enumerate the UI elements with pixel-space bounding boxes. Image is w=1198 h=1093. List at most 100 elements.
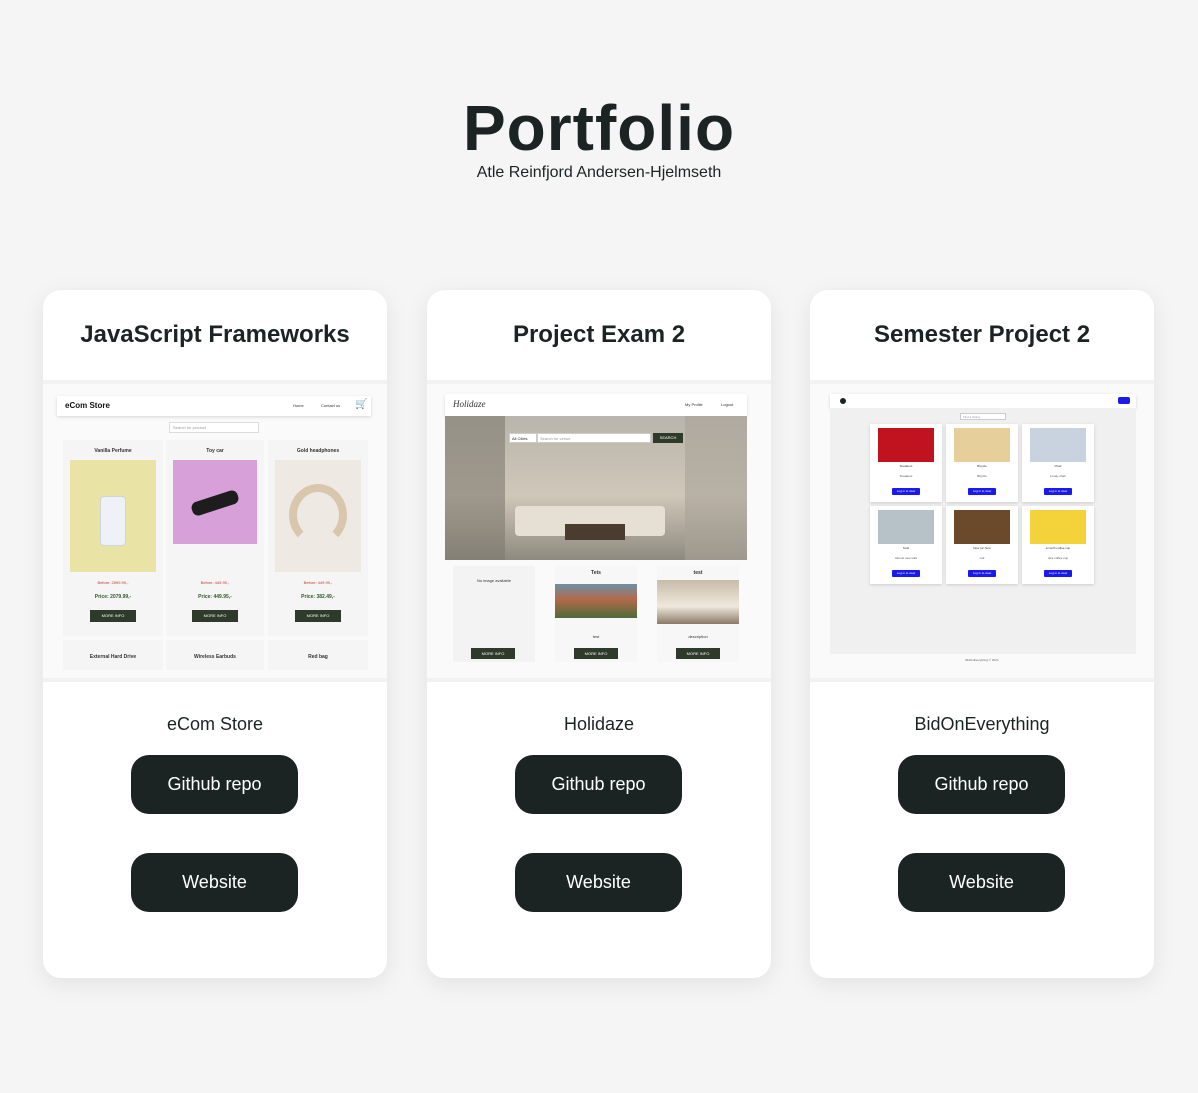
card-heading: JavaScript Frameworks (80, 321, 350, 348)
login-button (1118, 397, 1130, 404)
project-screenshot: Holidaze My Profile Logout All Cities Se… (427, 380, 771, 682)
mini-listing-card: New pic here null Log in to view (946, 506, 1018, 584)
mini-product-name: Vanilla Perfume (94, 448, 132, 454)
mini-listing-desc: null (979, 556, 985, 560)
website-button[interactable]: Website (515, 853, 682, 912)
mini-product-name: Red bag (268, 640, 368, 670)
mini-product-name: Wireless Earbuds (166, 640, 264, 670)
venue-image (555, 584, 637, 618)
mini-old-price: Before: 2599.99,- (97, 580, 129, 585)
mini-listing-name: smooth coffee cup (1045, 546, 1071, 550)
project-card-ecom: JavaScript Frameworks eCom Store Home Co… (43, 290, 387, 978)
mini-listing-name: Sofa (902, 546, 910, 550)
mini-product-card: Gold headphones Before: 449.99,- Price: … (268, 440, 368, 636)
listing-image (878, 510, 934, 544)
mini-login-to-view: Log in to view (1044, 488, 1072, 495)
mini-venue-card: Tets test MORE INFO (555, 566, 637, 662)
mini-listing-name: New pic here (973, 546, 991, 550)
mini-venue-name: Tets (591, 570, 601, 576)
mini-more-info: MORE INFO (574, 648, 618, 659)
mini-listing-card: Sofa Almost new sofa Log in to view (870, 506, 942, 584)
github-repo-button[interactable]: Github repo (515, 755, 682, 814)
product-image (173, 460, 257, 544)
mini-navbar: Holidaze My Profile Logout (445, 394, 747, 416)
mini-brand: Holidaze (453, 399, 486, 409)
mini-login-to-view: Log in to view (968, 570, 996, 577)
mini-more-info: MORE INFO (471, 648, 515, 659)
mini-product-card: Vanilla Perfume Before: 2599.99,- Price:… (63, 440, 163, 636)
mini-more-info: MORE INFO (192, 610, 238, 622)
mini-navbar (830, 394, 1136, 408)
mini-nav-logout: Logout (721, 402, 734, 407)
mini-listing-desc: Lovely chair (1049, 474, 1066, 478)
product-image (70, 460, 156, 572)
mini-nav-contact: Contact us (321, 403, 341, 408)
card-heading: Semester Project 2 (873, 321, 1091, 348)
mini-venue-card: test description MORE INFO (657, 566, 739, 662)
mini-more-info: MORE INFO (90, 610, 136, 622)
github-repo-button[interactable]: Github repo (898, 755, 1065, 814)
listing-image (878, 428, 934, 462)
mini-listing-card: smooth coffee cup nice coffee cup Log in t… (1022, 506, 1094, 584)
website-button[interactable]: Website (131, 853, 298, 912)
mini-login-to-view: Log in to view (892, 488, 920, 495)
hero-image: All Cities Search for venue SEARCH (445, 416, 747, 560)
mini-city-select: All Cities (509, 433, 537, 443)
project-name: BidOnEverything (914, 714, 1050, 734)
project-screenshot: eCom Store Home Contact us 🛒 Search for … (43, 380, 387, 682)
project-card-bidoneverything: Semester Project 2 Find a listing... Sne… (810, 290, 1154, 978)
page-title: Portfolio (462, 92, 736, 164)
mini-venue-search: Search for venue (537, 433, 651, 443)
mini-listing-name: Chair (1054, 464, 1062, 468)
mini-venue-name: test (693, 570, 703, 576)
project-card-holidaze: Project Exam 2 Holidaze My Profile Logou… (427, 290, 771, 978)
mini-search-button: SEARCH (653, 433, 683, 443)
mini-venue-card: No image available MORE INFO (453, 566, 535, 662)
mini-old-price: Before: 449.99,- (303, 580, 333, 585)
card-heading: Project Exam 2 (512, 321, 686, 348)
mini-venue-desc: No image available (476, 578, 512, 583)
listing-image (1030, 510, 1086, 544)
project-name: eCom Store (166, 714, 264, 734)
listing-image (954, 428, 1010, 462)
mini-login-to-view: Log in to view (892, 570, 920, 577)
mini-listing-desc: nice coffee cup (1047, 556, 1069, 560)
cart-icon: 🛒 (355, 399, 368, 410)
mini-login-to-view: Log in to view (1044, 570, 1072, 577)
mini-product-name: Gold headphones (296, 448, 340, 454)
listing-image (954, 510, 1010, 544)
listing-image (1030, 428, 1086, 462)
project-name: Holidaze (563, 714, 635, 734)
mini-product-name: External Hard Drive (63, 640, 163, 670)
page-subtitle: Atle Reinfjord Andersen-Hjelmseth (476, 164, 722, 181)
mini-listing-name: Bicycle (977, 464, 987, 468)
mini-listing-search: Find a listing... (960, 413, 1006, 420)
logo-icon (840, 398, 846, 404)
github-repo-button[interactable]: Github repo (131, 755, 298, 814)
mini-price: Price: 449.95,- (198, 594, 232, 600)
mini-listing-desc: Sneakers (899, 474, 913, 478)
mini-navbar: eCom Store Home Contact us 🛒 (57, 396, 371, 416)
mini-nav-home: Home (293, 403, 304, 408)
project-screenshot: Find a listing... Sneakers Sneakers Log in… (810, 380, 1154, 682)
mini-listing-card: Bicycle Bicycle Log in to view (946, 424, 1018, 502)
mini-listing-card: Sneakers Sneakers Log in to view (870, 424, 942, 502)
mini-product-card: Toy car Before: 449.99,- Price: 449.95,-… (166, 440, 264, 636)
mini-product-name: Toy car (206, 448, 224, 454)
mini-price: Price: 382.49,- (301, 594, 335, 600)
mini-more-info: MORE INFO (676, 648, 720, 659)
mini-nav-profile: My Profile (685, 402, 703, 407)
product-image (275, 460, 361, 572)
website-button[interactable]: Website (898, 853, 1065, 912)
mini-login-to-view: Log in to view (968, 488, 996, 495)
mini-listing-desc: Bicycle (977, 474, 987, 478)
mini-more-info: MORE INFO (295, 610, 341, 622)
mini-listing-name: Sneakers (899, 464, 913, 468)
mini-venue-desc: test (592, 634, 600, 639)
mini-search: Search for product (169, 422, 259, 433)
page-header: Portfolio Atle Reinfjord Andersen-Hjelms… (0, 92, 1198, 182)
mini-listing-desc: Almost new sofa (894, 556, 917, 560)
mini-price: Price: 2079.99,- (94, 594, 132, 600)
mini-brand: eCom Store (65, 401, 110, 410)
mini-footer: BidOnEverything © 2024 (965, 658, 999, 662)
